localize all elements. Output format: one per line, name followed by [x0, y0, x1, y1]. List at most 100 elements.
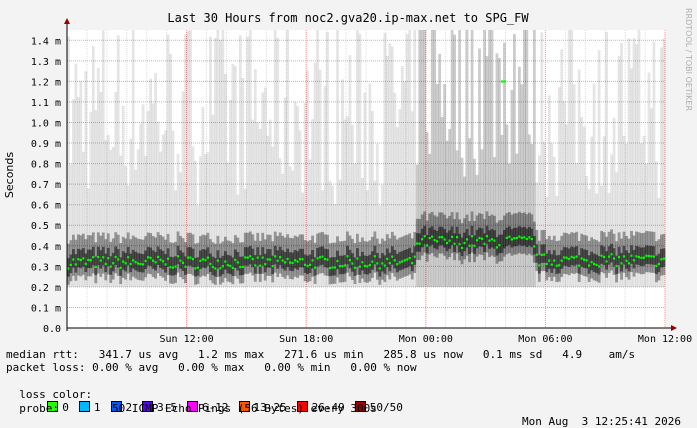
median-point: [89, 258, 92, 262]
smoke-core: [246, 247, 250, 266]
median-point: [600, 254, 603, 257]
median-point: [107, 257, 110, 260]
median-point: [316, 257, 319, 260]
median-point: [127, 256, 130, 259]
smoke-core: [169, 256, 172, 276]
smoke-core: [286, 248, 290, 268]
median-point: [249, 255, 252, 258]
median-point: [520, 236, 523, 239]
smoke-core: [199, 250, 202, 270]
smoke-core: [348, 249, 352, 269]
median-point: [473, 244, 476, 247]
smoke-core: [440, 226, 444, 246]
smoke-core: [480, 228, 484, 247]
smoke-core: [547, 250, 551, 269]
smoke-core: [527, 226, 531, 246]
smoke-core: [370, 251, 374, 270]
median-point: [137, 262, 140, 265]
median-point: [376, 262, 379, 265]
smoke-core: [94, 256, 98, 276]
y-tick-label: 1.0 m: [31, 118, 61, 129]
y-tick-label: 0.3 m: [31, 262, 61, 273]
median-point: [166, 257, 170, 260]
median-point: [391, 255, 394, 258]
median-point: [321, 255, 324, 258]
median-point: [418, 242, 421, 245]
median-point: [104, 262, 107, 266]
smoke-core: [515, 227, 519, 247]
median-point: [306, 264, 309, 268]
smoke-core: [74, 254, 78, 273]
smoke-core: [602, 246, 606, 266]
median-point: [528, 236, 531, 239]
median-point: [373, 255, 376, 258]
median-point: [199, 259, 202, 262]
smoke-core: [231, 257, 235, 276]
median-point: [413, 255, 416, 258]
smoke-core: [96, 246, 100, 266]
smoke-core: [443, 229, 447, 248]
smoke-core: [79, 249, 83, 269]
median-point: [174, 265, 177, 268]
median-point: [550, 263, 553, 266]
median-point: [645, 254, 648, 257]
smokeping-chart: Last 30 Hours from noc2.gva20.ip-max.net…: [3, 8, 693, 345]
smoke-core: [311, 249, 314, 269]
smoke-core: [243, 247, 247, 266]
median-point: [463, 241, 466, 245]
smoke-core: [366, 256, 369, 275]
median-point: [655, 264, 658, 268]
x-tick-label: Mon 06:00: [518, 334, 572, 345]
smoke-core: [615, 255, 618, 275]
smoke-outer: [460, 157, 464, 287]
median-point: [490, 238, 494, 241]
smoke-core: [572, 247, 576, 266]
median-point: [565, 256, 568, 259]
timestamp: Mon Aug 3 12:25:41 2026: [522, 415, 681, 428]
smoke-core: [353, 257, 357, 276]
median-point: [296, 260, 299, 263]
smoke-core: [261, 247, 265, 266]
median-point: [99, 259, 102, 262]
median-point: [159, 258, 162, 261]
smoke-core: [104, 253, 108, 273]
smoke-core: [151, 250, 155, 269]
smoke-core: [288, 252, 292, 271]
smoke-core: [89, 249, 93, 269]
smoke-core: [191, 248, 195, 268]
smoke-core: [238, 256, 242, 276]
median-point: [189, 256, 192, 259]
smoke-core: [453, 233, 456, 252]
smoke-outer: [517, 66, 521, 287]
median-point: [112, 262, 115, 265]
chart-title: Last 30 Hours from noc2.gva20.ip-max.net…: [167, 11, 529, 25]
y-axis-arrow: [64, 18, 70, 24]
smoke-core: [228, 255, 232, 275]
smoke-core: [251, 248, 255, 268]
smoke-core: [580, 248, 584, 267]
median-point: [139, 262, 142, 266]
smoke-core: [495, 237, 499, 256]
smoke-core: [662, 248, 666, 267]
smoke-outer: [527, 134, 531, 287]
median-point: [416, 242, 419, 245]
smoke-core: [458, 233, 461, 253]
median-point: [660, 258, 663, 261]
smoke-core: [266, 249, 270, 268]
smoke-core: [560, 250, 564, 269]
median-point: [361, 261, 364, 264]
median-point: [630, 254, 633, 257]
smoke-core: [301, 248, 305, 268]
smoke-core: [555, 255, 559, 274]
smoke-core: [490, 228, 494, 248]
loss-color-legend: loss color: 0 1 2 3-5 6-12 13-25 26-49 50/50: [6, 375, 413, 414]
median-point: [72, 258, 75, 261]
median-point: [92, 256, 95, 259]
median-point: [134, 261, 137, 264]
smoke-core: [383, 255, 387, 274]
median-point: [181, 261, 185, 264]
smoke-core: [605, 251, 608, 270]
smoke-core: [91, 246, 95, 266]
smoke-core: [116, 249, 120, 268]
smoke-core: [236, 251, 240, 271]
